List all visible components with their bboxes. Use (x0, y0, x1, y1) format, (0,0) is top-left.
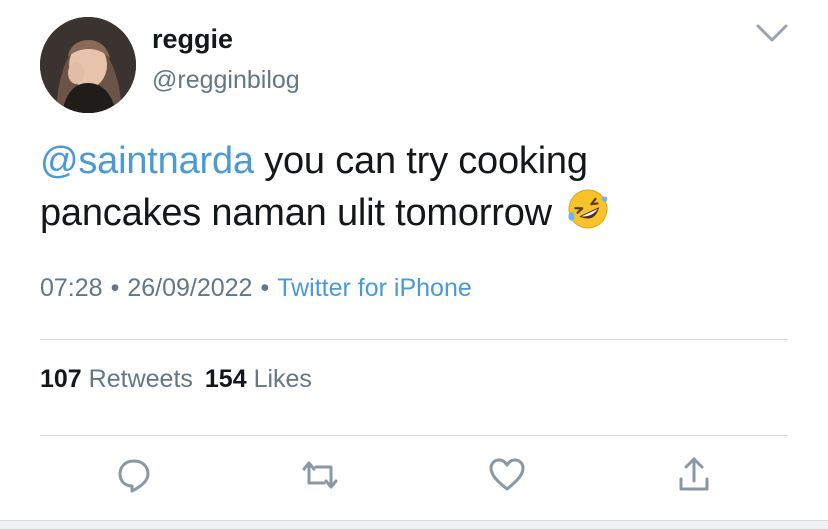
separator-dot: • (110, 274, 120, 302)
tweet-detail: reggie @regginbilog @saintnarda you can … (0, 0, 828, 529)
tweet-source-link[interactable]: Twitter for iPhone (277, 274, 472, 302)
rolling-on-the-floor-laughing-emoji (566, 187, 610, 231)
likes-stat[interactable]: 154 Likes (205, 365, 312, 393)
share-icon[interactable] (674, 455, 714, 495)
tweet-date: 26/09/2022 (127, 274, 253, 302)
retweets-count: 107 (40, 365, 82, 393)
retweet-icon[interactable] (300, 455, 340, 495)
tweet-metadata: 07:28 • 26/09/2022 • Twitter for iPhone (40, 274, 472, 303)
tweet-text: @saintnarda you can try cooking pancakes… (40, 136, 740, 239)
reply-icon[interactable] (114, 455, 154, 495)
likes-count: 154 (204, 365, 247, 393)
chevron-down-icon[interactable] (754, 20, 790, 48)
likes-label: Likes (253, 365, 312, 393)
retweets-label: Retweets (88, 365, 193, 393)
action-bar (0, 455, 828, 505)
user-handle[interactable]: @regginbilog (152, 66, 300, 95)
divider (40, 435, 788, 436)
retweets-stat[interactable]: 107 Retweets (40, 365, 193, 393)
heart-icon[interactable] (487, 455, 527, 495)
separator-dot: • (260, 274, 270, 302)
tweet-time: 07:28 (40, 274, 103, 302)
mention-link[interactable]: @saintnarda (40, 140, 254, 182)
divider (40, 339, 788, 340)
bottom-bar (0, 520, 828, 529)
tweet-stats: 107 Retweets 154 Likes (40, 365, 312, 394)
display-name[interactable]: reggie (152, 24, 233, 55)
avatar[interactable] (40, 17, 136, 113)
